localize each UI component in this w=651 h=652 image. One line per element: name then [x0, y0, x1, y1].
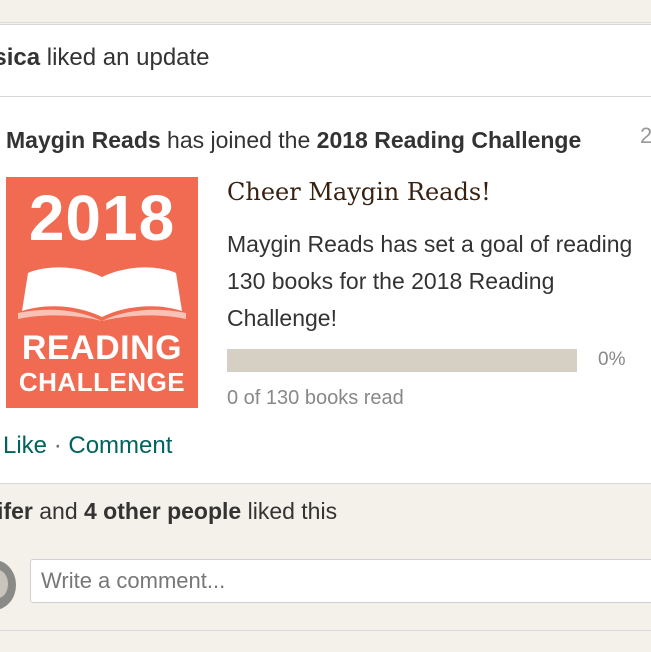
- update-action-text: liked an update: [40, 44, 210, 71]
- like-link[interactable]: Like: [3, 432, 47, 459]
- progress-bar: [227, 349, 577, 372]
- books-read-text: 0 of 130 books read: [227, 387, 404, 409]
- badge-title-challenge: CHALLENGE: [18, 367, 186, 397]
- top-strip: [0, 0, 651, 23]
- joined-text: has joined the: [160, 127, 317, 153]
- actor-name-link[interactable]: ssica: [0, 44, 40, 71]
- likes-and-text: and: [32, 498, 84, 524]
- other-likers-link[interactable]: 4 other people: [84, 498, 241, 524]
- likes-suffix: liked this: [241, 498, 338, 524]
- cheer-title-link[interactable]: Cheer Maygin Reads!: [227, 178, 491, 206]
- challenge-link[interactable]: 2018 Reading Challenge: [317, 127, 582, 153]
- goal-text: Maygin Reads has set a goal of reading 1…: [227, 231, 633, 331]
- bottom-strip: [0, 630, 651, 652]
- liker-name-link[interactable]: nifer: [0, 498, 33, 524]
- progress-percent: 0%: [598, 349, 626, 370]
- action-separator: ·: [47, 432, 69, 459]
- comment-link[interactable]: Comment: [68, 432, 172, 459]
- avatar-image: [0, 570, 8, 598]
- badge-year: 2018: [28, 182, 176, 254]
- reading-challenge-badge[interactable]: 2018 READING CHALLENGE: [6, 177, 198, 408]
- timestamp[interactable]: 2: [640, 123, 651, 149]
- joined-line: Maygin Reads has joined the 2018 Reading…: [6, 127, 581, 154]
- likes-summary: nifer and 4 other people liked this: [0, 498, 337, 525]
- user-name-link[interactable]: Maygin Reads: [6, 127, 161, 153]
- update-header: ssica liked an update: [0, 44, 210, 72]
- comment-input[interactable]: [30, 559, 651, 603]
- divider: [0, 96, 651, 97]
- post-actions: Like · Comment: [3, 432, 172, 460]
- badge-title-reading: READING: [21, 329, 183, 367]
- open-book-icon: [18, 267, 186, 321]
